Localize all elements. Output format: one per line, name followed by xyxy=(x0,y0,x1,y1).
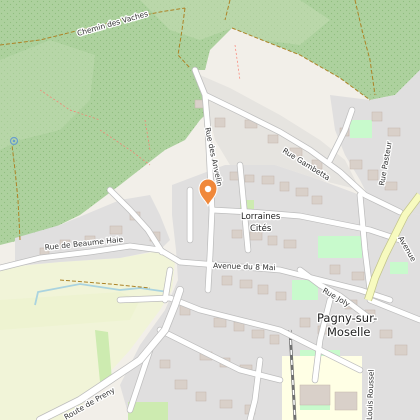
place-label-line1: Lorraines xyxy=(241,212,281,222)
town-label-line1: Pagny-sur- xyxy=(317,311,377,325)
park-4 xyxy=(350,120,372,138)
label-rue-roussel: Louis Roussel xyxy=(365,369,376,420)
map-canvas: Chemin des Vaches Rue des Anvelin Rue Ga… xyxy=(0,0,420,420)
park-1 xyxy=(318,236,362,258)
town-label-line2: Moselle xyxy=(327,325,371,339)
map-view[interactable]: Chemin des Vaches Rue des Anvelin Rue Ga… xyxy=(0,0,420,420)
place-label-line2: Cités xyxy=(250,223,272,234)
park-6 xyxy=(390,262,408,274)
